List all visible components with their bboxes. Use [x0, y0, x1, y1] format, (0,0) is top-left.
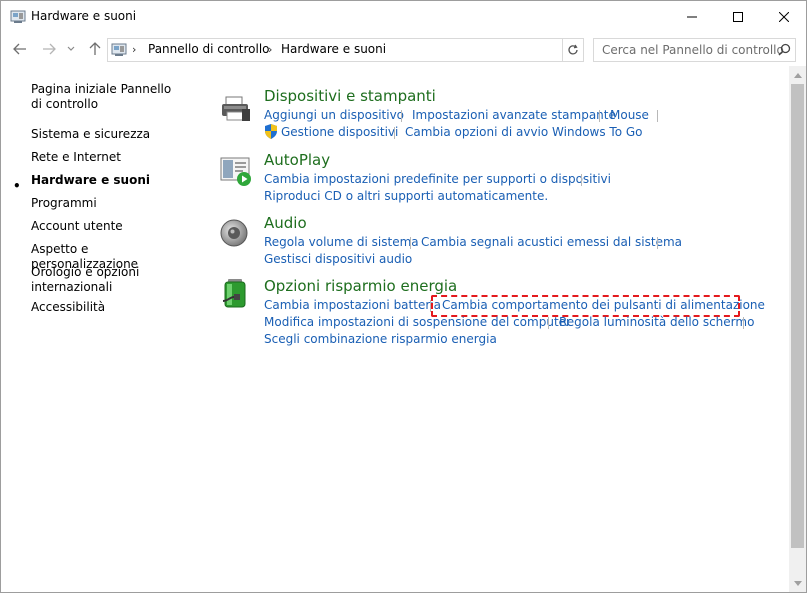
sidebar-item-hardware-sound[interactable]: Hardware e suoni	[31, 173, 191, 188]
window-title: Hardware e suoni	[31, 9, 137, 23]
category-title-audio[interactable]: Audio	[264, 214, 307, 232]
link-divider	[743, 317, 744, 329]
address-bar[interactable]: › Pannello di controllo › Hardware e suo…	[107, 38, 663, 62]
link-change-battery-settings[interactable]: Cambia impostazioni batteria	[264, 298, 441, 312]
scroll-down-arrow-icon[interactable]	[789, 575, 806, 592]
breadcrumb-control-panel[interactable]: Pannello di controllo	[148, 42, 270, 56]
link-divider	[599, 110, 600, 122]
search-box[interactable]: Cerca nel Pannello di controllo	[593, 38, 796, 62]
sidebar-item-network-internet[interactable]: Rete e Internet	[31, 150, 191, 165]
maximize-button[interactable]	[715, 1, 761, 32]
link-autoplay-cd[interactable]: Riproduci CD o altri supporti automatica…	[264, 189, 548, 203]
link-device-manager[interactable]: Gestione dispositivi	[281, 125, 398, 139]
sidebar-item-clock-region[interactable]: Orologio e opzioni internazionali	[31, 265, 161, 295]
link-add-device[interactable]: Aggiungi un dispositivo	[264, 108, 404, 122]
link-divider	[401, 110, 402, 122]
forward-button[interactable]	[39, 39, 59, 59]
back-button[interactable]	[10, 39, 30, 59]
category-title-autoplay[interactable]: AutoPlay	[264, 151, 330, 169]
admin-shield-icon	[264, 124, 278, 142]
link-windows-to-go[interactable]: Cambia opzioni di avvio Windows To Go	[405, 125, 643, 139]
link-divider	[657, 110, 658, 122]
highlight-box	[431, 295, 740, 317]
link-adjust-volume[interactable]: Regola volume di sistema	[264, 235, 419, 249]
sidebar-item-user-accounts[interactable]: Account utente	[31, 219, 191, 234]
control-panel-app-icon	[10, 9, 26, 25]
link-divider	[548, 317, 549, 329]
minimize-button[interactable]	[669, 1, 715, 32]
speaker-icon[interactable]	[220, 217, 252, 249]
search-input[interactable]: Cerca nel Pannello di controllo	[602, 43, 784, 57]
battery-icon[interactable]	[220, 277, 252, 309]
link-manage-audio-devices[interactable]: Gestisci dispositivi audio	[264, 252, 412, 266]
category-title-power-options[interactable]: Opzioni risparmio energia	[264, 277, 457, 295]
link-adjust-brightness[interactable]: Regola luminosità dello schermo	[559, 315, 754, 329]
navigation-bar: › Pannello di controllo › Hardware e suo…	[1, 34, 806, 64]
up-button[interactable]	[85, 39, 105, 59]
active-item-bullet-icon: •	[13, 179, 21, 193]
search-icon[interactable]	[778, 43, 791, 59]
scrollbar-thumb[interactable]	[791, 84, 804, 548]
sidebar-item-accessibility[interactable]: Accessibilità	[31, 300, 191, 315]
close-button[interactable]	[761, 1, 806, 32]
printer-icon[interactable]	[220, 93, 252, 125]
link-choose-power-plan[interactable]: Scegli combinazione risparmio energia	[264, 332, 497, 346]
refresh-button[interactable]	[563, 38, 584, 62]
scroll-up-arrow-icon[interactable]	[789, 67, 806, 84]
control-panel-icon	[111, 42, 127, 58]
link-sleep-settings[interactable]: Modifica impostazioni di sospensione del…	[264, 315, 571, 329]
link-divider	[394, 127, 395, 139]
sidebar-item-home[interactable]: Pagina iniziale Pannello di controllo	[31, 82, 181, 112]
link-advanced-printer-settings[interactable]: Impostazioni avanzate stampante	[412, 108, 616, 122]
link-divider	[410, 237, 411, 249]
sidebar-item-system-security[interactable]: Sistema e sicurezza	[31, 127, 191, 142]
link-change-system-sounds[interactable]: Cambia segnali acustici emessi dal siste…	[421, 235, 682, 249]
link-change-default-media-settings[interactable]: Cambia impostazioni predefinite per supp…	[264, 172, 611, 186]
link-mouse[interactable]: Mouse	[610, 108, 649, 122]
sidebar-item-programs[interactable]: Programmi	[31, 196, 191, 211]
breadcrumb-separator-icon[interactable]: ›	[268, 43, 272, 56]
category-title-devices-printers[interactable]: Dispositivi e stampanti	[264, 87, 436, 105]
control-panel-window: Hardware e suoni › Pannello di controllo…	[0, 0, 807, 593]
link-divider	[657, 237, 658, 249]
autoplay-icon[interactable]	[220, 155, 252, 187]
link-divider	[581, 174, 582, 186]
title-bar[interactable]: Hardware e suoni	[1, 1, 806, 32]
breadcrumb-hardware-sound[interactable]: Hardware e suoni	[281, 42, 386, 56]
breadcrumb-separator-icon[interactable]: ›	[132, 43, 136, 56]
recent-locations-chevron-icon[interactable]	[64, 39, 78, 59]
